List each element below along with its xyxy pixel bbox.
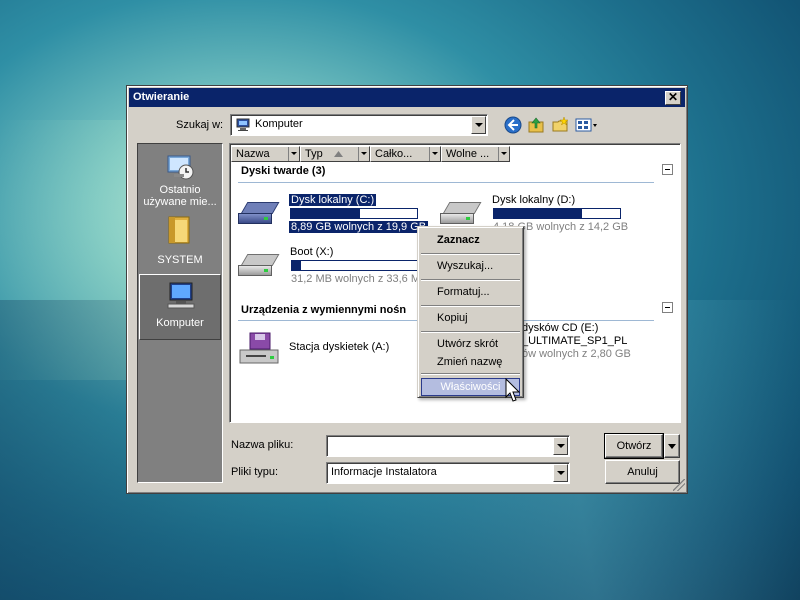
cancel-button[interactable]: Anuluj	[605, 460, 680, 484]
hard-drive-icon	[238, 202, 280, 224]
context-menu: Zaznacz Wyszukaj... Formatuj... Kopiuj U…	[417, 226, 524, 398]
menu-separator	[421, 331, 520, 333]
close-button[interactable]: ✕	[665, 91, 681, 105]
collapse-icon[interactable]	[662, 302, 673, 313]
chevron-down-icon[interactable]	[288, 147, 299, 161]
filetype-label: Pliki typu:	[231, 466, 279, 478]
drive-free-space: 8,89 GB wolnych z 19,9 GB	[289, 221, 429, 233]
dialog-title: Otwieranie	[133, 91, 190, 103]
filetype-select[interactable]: Informacje Instalatora	[326, 462, 570, 484]
group-divider	[238, 182, 654, 183]
resize-grip[interactable]	[673, 479, 685, 491]
drive-volume-label: _ULTIMATE_SP1_PL	[522, 335, 628, 347]
filename-dropdown-arrow[interactable]	[553, 437, 568, 455]
place-recent-label: Ostatnio używane mie...	[143, 184, 217, 208]
place-system-label: SYSTEM	[157, 254, 203, 266]
drive-usage-bar	[493, 208, 621, 219]
drive-usage-fill	[291, 209, 361, 218]
user-folder-icon	[168, 216, 190, 244]
recent-places-icon	[167, 155, 194, 180]
open-dropdown-button[interactable]	[664, 434, 680, 458]
lookin-combo[interactable]: Komputer	[230, 114, 488, 136]
filetype-dropdown-arrow[interactable]	[553, 464, 568, 482]
dialog-titlebar[interactable]: Otwieranie ✕	[129, 88, 685, 107]
drive-name: Dysk lokalny (C:)	[289, 194, 377, 206]
drive-name: Dysk lokalny (D:)	[492, 194, 576, 206]
menu-separator	[421, 373, 520, 375]
chevron-down-icon[interactable]	[358, 147, 369, 161]
group-title-removable: Urządzenia z wymiennymi nośn	[241, 304, 407, 316]
drive-free-space: 31,2 MB wolnych z 33,6 MB	[291, 273, 428, 285]
chevron-down-icon[interactable]	[498, 147, 509, 161]
drive-usage-bar	[291, 260, 419, 271]
places-bar: Ostatnio używane mie... SYSTEM Komputer	[137, 143, 223, 483]
open-dialog: Otwieranie ✕ Szukaj w: Komputer Ostatnio…	[126, 85, 688, 494]
computer-icon	[167, 282, 195, 309]
place-recent[interactable]: Ostatnio używane mie...	[139, 146, 221, 210]
collapse-icon[interactable]	[662, 164, 673, 175]
drive-free-space: ów wolnych z 2,80 GB	[522, 348, 631, 360]
lookin-label: Szukaj w:	[176, 119, 224, 131]
menu-separator	[421, 305, 520, 307]
menu-separator	[421, 279, 520, 281]
place-computer-label: Komputer	[156, 317, 204, 329]
drive-usage-bar	[290, 208, 418, 219]
up-folder-icon[interactable]	[527, 116, 545, 134]
drive-name: Boot (X:)	[290, 246, 334, 258]
menu-item-format[interactable]: Formatuj...	[421, 283, 520, 301]
column-header-type[interactable]: Typ	[300, 146, 370, 162]
sort-ascending-icon	[334, 151, 343, 157]
lookin-value: Komputer	[255, 118, 303, 130]
menu-item-select[interactable]: Zaznacz	[421, 231, 520, 249]
filename-label: Nazwa pliku:	[231, 439, 294, 451]
hard-drive-icon	[440, 202, 482, 224]
place-system[interactable]: SYSTEM	[139, 210, 221, 274]
back-icon[interactable]	[504, 116, 522, 134]
lookin-dropdown-arrow[interactable]	[471, 116, 486, 134]
hard-drive-icon	[238, 254, 280, 276]
drive-name: Stacja dyskietek (A:)	[289, 341, 390, 353]
column-header-total[interactable]: Całko...	[370, 146, 441, 162]
menu-item-create-shortcut[interactable]: Utwórz skrót	[421, 335, 520, 353]
chevron-down-icon	[668, 444, 676, 449]
place-computer[interactable]: Komputer	[139, 274, 221, 340]
drive-usage-fill	[292, 261, 301, 270]
filename-input[interactable]	[326, 435, 570, 457]
menu-item-rename[interactable]: Zmień nazwę	[421, 353, 520, 371]
chevron-down-icon[interactable]	[429, 147, 440, 161]
column-header-name[interactable]: Nazwa	[231, 146, 300, 162]
menu-item-search[interactable]: Wyszukaj...	[421, 257, 520, 275]
open-button[interactable]: Otwórz	[604, 433, 664, 459]
drive-usage-fill	[494, 209, 583, 218]
menu-separator	[421, 253, 520, 255]
mouse-cursor-icon	[505, 378, 521, 402]
drive-name: dysków CD (E:)	[522, 322, 599, 334]
group-title-hard-drives: Dyski twarde (3)	[241, 165, 326, 177]
menu-item-copy[interactable]: Kopiuj	[421, 309, 520, 327]
view-menu-icon[interactable]	[574, 116, 600, 134]
column-header-free[interactable]: Wolne ...	[441, 146, 510, 162]
new-folder-icon[interactable]	[551, 116, 569, 134]
floppy-drive-icon	[239, 332, 279, 364]
computer-icon	[236, 118, 250, 131]
